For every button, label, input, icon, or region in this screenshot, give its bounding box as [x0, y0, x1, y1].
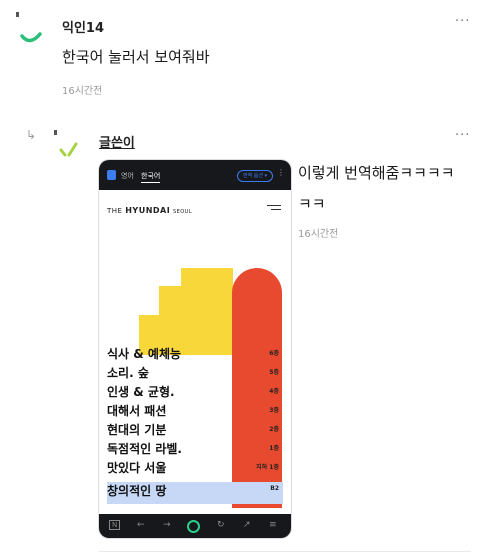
reply-avatar [54, 130, 78, 157]
floor-row: 소리. 숲 5층 [107, 364, 283, 383]
reload-icon: ↻ [217, 520, 225, 530]
floor-level: 3층 [269, 407, 279, 414]
floor-name: 소리. 숲 [107, 366, 149, 380]
translate-icon [107, 170, 116, 180]
comment-text: 한국어 눌러서 보여줘바 [62, 48, 210, 66]
building-graphic-yellow [181, 268, 233, 355]
floor-level: B2 [270, 485, 279, 492]
floor-name: 창의적인 땅 [107, 484, 167, 498]
floor-name: 독점적인 라벨. [107, 442, 182, 456]
floor-row: 식사 & 예체능 6층 [107, 345, 283, 364]
floor-row: 독점적인 라벨. 1층 [107, 440, 283, 459]
brand-logo: THE HYUNDAI SEOUL [107, 206, 192, 215]
share-icon: ↗ [243, 520, 251, 530]
tabs-icon: N [109, 520, 121, 530]
reply-author[interactable]: 글쓴이 [99, 132, 135, 151]
floor-level: 2층 [269, 426, 279, 433]
back-arrow-icon: ← [137, 520, 145, 530]
kebab-icon: ⋮ [277, 168, 285, 177]
commenter-avatar [16, 12, 42, 43]
floor-name: 인생 & 균형. [107, 385, 175, 399]
menu-icon: ≡ [269, 520, 277, 530]
comment-timestamp: 16시간전 [62, 86, 103, 97]
tab-korean: 한국어 [141, 171, 161, 183]
more-options-icon[interactable]: ··· [455, 14, 470, 29]
translate-options-pill: 번역 옵션 ▾ [237, 170, 273, 182]
reply-timestamp: 16시간전 [298, 229, 339, 240]
more-options-icon[interactable]: ··· [455, 128, 470, 143]
hamburger-menu-icon [267, 205, 281, 213]
reply-text: 이렇게 번역해줌ㅋㅋㅋㅋㅋㅋ [298, 164, 455, 213]
brand-prefix: THE [107, 207, 123, 215]
brand-city: SEOUL [172, 209, 193, 215]
attached-screenshot[interactable]: 영어 한국어 번역 옵션 ▾ ⋮ THE HYUNDAI SEOUL 식사 & … [99, 160, 291, 538]
floor-row: 맛있다 서울 지하 1층 [107, 459, 283, 478]
floor-name: 식사 & 예체능 [107, 347, 182, 361]
brand-name: HYUNDAI [125, 206, 171, 215]
floor-level: 지하 1층 [256, 464, 279, 471]
translate-bar: 영어 한국어 번역 옵션 ▾ ⋮ [99, 160, 291, 190]
floor-level: 1층 [269, 445, 279, 452]
floor-level: 4층 [269, 388, 279, 395]
divider [99, 551, 471, 552]
browser-nav-bar: N ← → ↻ ↗ ≡ [99, 514, 291, 538]
floor-level: 5층 [269, 369, 279, 376]
forward-arrow-icon: → [163, 520, 171, 530]
floor-name: 대해서 패션 [107, 404, 167, 418]
floor-name: 현대의 기분 [107, 423, 167, 437]
home-circle-icon [187, 520, 200, 533]
floor-row: 현대의 기분 2층 [107, 421, 283, 440]
floor-row: 창의적인 땅 B2 [107, 482, 283, 501]
reply-arrow-icon: ↳ [26, 128, 37, 142]
tab-english: 영어 [121, 172, 134, 180]
floor-row: 대해서 패션 3층 [107, 402, 283, 421]
floor-name: 맛있다 서울 [107, 461, 167, 475]
floor-row: 인생 & 균형. 4층 [107, 383, 283, 402]
floor-level: 6층 [269, 350, 279, 357]
comment-author[interactable]: 익인14 [62, 17, 104, 36]
